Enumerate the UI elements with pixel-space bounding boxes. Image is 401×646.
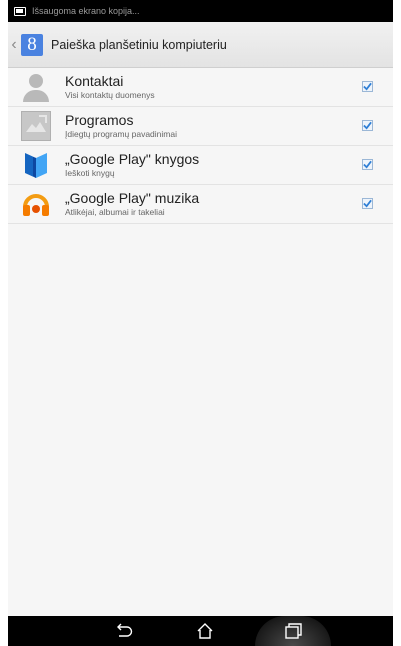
item-title: Kontaktai (65, 73, 124, 89)
apps-icon (21, 111, 51, 141)
google-play-books-checkbox[interactable] (362, 159, 373, 170)
google-search-logo[interactable]: 8 (21, 33, 43, 56)
apps-checkbox[interactable] (362, 120, 373, 131)
item-subtitle: Atlikėjai, albumai ir takeliai (65, 207, 165, 217)
list-item-apps[interactable]: Programos Įdiegtų programų pavadinimai (8, 107, 393, 146)
searchable-items-list: Kontaktai Visi kontaktų duomenys Program… (8, 68, 393, 224)
page-title: Paieška planšetiniu kompiuteriu (51, 37, 227, 52)
screen: Išsaugoma ekrano kopija... ‹ 8 Paieška p… (8, 0, 393, 646)
list-item-google-play-books[interactable]: „Google Play" knygos Ieškoti knygų (8, 146, 393, 185)
home-icon[interactable] (194, 621, 216, 641)
navigation-bar (8, 616, 393, 646)
google-play-music-checkbox[interactable] (362, 198, 373, 209)
item-title: Programos (65, 112, 134, 128)
status-notification-text: Išsaugoma ekrano kopija... (32, 6, 140, 16)
back-chevron-icon[interactable]: ‹ (9, 36, 19, 53)
recent-apps-icon[interactable] (282, 621, 304, 641)
google-play-music-icon (21, 189, 51, 219)
item-subtitle: Įdiegtų programų pavadinimai (65, 129, 177, 139)
list-item-contacts[interactable]: Kontaktai Visi kontaktų duomenys (8, 68, 393, 107)
item-title: „Google Play" knygos (65, 151, 200, 167)
action-bar: ‹ 8 Paieška planšetiniu kompiuteriu (8, 22, 393, 68)
status-bar: Išsaugoma ekrano kopija... (8, 0, 393, 22)
item-title: „Google Play" muzika (65, 190, 200, 206)
google-play-books-icon (21, 150, 51, 180)
contacts-icon (21, 72, 51, 102)
list-item-google-play-music[interactable]: „Google Play" muzika Atlikėjai, albumai … (8, 185, 393, 224)
contacts-checkbox[interactable] (362, 81, 373, 92)
back-icon[interactable] (112, 621, 134, 641)
screenshot-notification-icon (14, 6, 26, 16)
item-subtitle: Ieškoti knygų (65, 168, 115, 178)
item-subtitle: Visi kontaktų duomenys (65, 90, 155, 100)
